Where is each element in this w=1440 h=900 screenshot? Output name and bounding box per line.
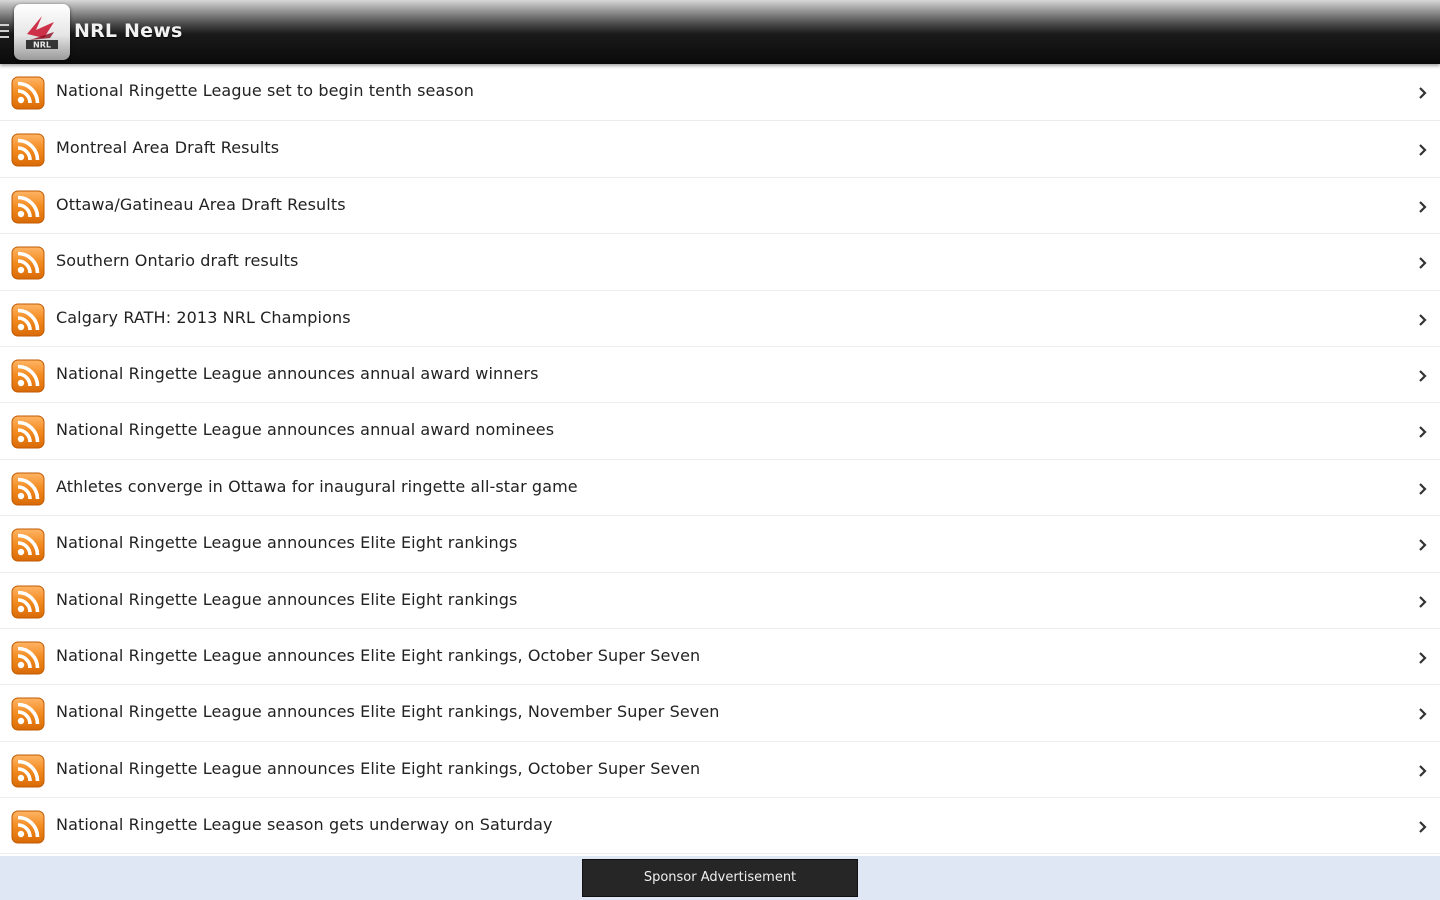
chevron-right-icon: [1418, 255, 1428, 269]
news-item-title: Athletes converge in Ottawa for inaugura…: [56, 476, 578, 496]
news-item-title: Calgary RATH: 2013 NRL Champions: [56, 307, 351, 327]
ad-banner: Sponsor Advertisement: [0, 856, 1440, 900]
chevron-right-icon: [1418, 706, 1428, 721]
rss-feed-icon: [11, 472, 45, 506]
rss-feed-icon: [11, 810, 45, 844]
rss-feed-icon: [11, 585, 45, 619]
chevron-right-icon: [1418, 819, 1428, 833]
news-item-title: Southern Ontario draft results: [56, 251, 299, 271]
rss-feed-icon: [11, 303, 45, 337]
rss-feed-icon: [11, 76, 45, 110]
app-header: NRL NRL News: [0, 0, 1440, 64]
news-item-title: National Ringette League announces annua…: [56, 420, 555, 440]
list-item[interactable]: Montreal Area Draft Results: [0, 121, 1440, 178]
list-item[interactable]: Southern Ontario draft results: [0, 234, 1440, 291]
chevron-right-icon: [1418, 424, 1428, 439]
chevron-right-icon: [1418, 650, 1428, 664]
news-item-title: National Ringette League announces Elite…: [56, 533, 518, 553]
chevron-right-icon: [1418, 312, 1428, 326]
list-item[interactable]: National Ringette League announces Elite…: [0, 573, 1440, 629]
list-item[interactable]: National Ringette League announces Elite…: [0, 742, 1440, 799]
rss-feed-icon: [11, 359, 45, 393]
menu-icon[interactable]: [0, 24, 10, 40]
rss-feed-icon: [11, 246, 45, 280]
list-item[interactable]: National Ringette League announces annua…: [0, 347, 1440, 404]
chevron-right-icon: [1418, 199, 1428, 213]
news-item-title: Montreal Area Draft Results: [56, 138, 280, 158]
list-item[interactable]: Athletes converge in Ottawa for inaugura…: [0, 460, 1440, 517]
list-item[interactable]: National Ringette League announces annua…: [0, 403, 1440, 460]
list-item[interactable]: Ottawa/Gatineau Area Draft Results: [0, 178, 1440, 235]
chevron-right-icon: [1418, 594, 1428, 608]
chevron-right-icon: [1418, 142, 1428, 157]
news-item-title: National Ringette League announces Elite…: [56, 589, 518, 609]
chevron-right-icon: [1418, 763, 1428, 777]
page-title: NRL News: [74, 20, 183, 42]
news-item-title: National Ringette League set to begin te…: [56, 81, 474, 100]
news-list[interactable]: National Ringette League set to begin te…: [0, 64, 1440, 856]
chevron-right-icon: [1418, 85, 1428, 99]
list-item[interactable]: National Ringette League announces Elite…: [0, 685, 1440, 742]
rss-feed-icon: [11, 190, 45, 224]
chevron-right-icon: [1418, 368, 1428, 382]
rss-feed-icon: [11, 697, 45, 731]
list-item[interactable]: National Ringette League set to begin te…: [0, 64, 1440, 122]
rss-feed-icon: [11, 528, 45, 562]
rss-feed-icon: [11, 133, 45, 167]
news-item-title: National Ringette League announces Elite…: [56, 645, 701, 665]
news-item-title: National Ringette League season gets und…: [56, 815, 553, 835]
rss-feed-icon: [11, 754, 45, 788]
news-item-title: National Ringette League announces annua…: [56, 363, 539, 383]
news-item-title: National Ringette League announces Elite…: [56, 702, 720, 722]
rss-feed-icon: [11, 415, 45, 449]
list-item[interactable]: National Ringette League announces Elite…: [0, 516, 1440, 573]
list-item[interactable]: Calgary RATH: 2013 NRL Champions: [0, 291, 1440, 347]
sponsor-advertisement-button[interactable]: Sponsor Advertisement: [582, 859, 858, 897]
news-item-title: Ottawa/Gatineau Area Draft Results: [56, 194, 346, 214]
logo-text: NRL: [33, 41, 51, 50]
news-item-title: National Ringette League announces Elite…: [56, 758, 701, 778]
app-logo-icon[interactable]: NRL: [14, 4, 70, 60]
list-item[interactable]: National Ringette League season gets und…: [0, 798, 1440, 855]
chevron-right-icon: [1418, 481, 1428, 495]
rss-feed-icon: [11, 641, 45, 675]
chevron-right-icon: [1418, 537, 1428, 551]
list-item[interactable]: National Ringette League announces Elite…: [0, 629, 1440, 686]
